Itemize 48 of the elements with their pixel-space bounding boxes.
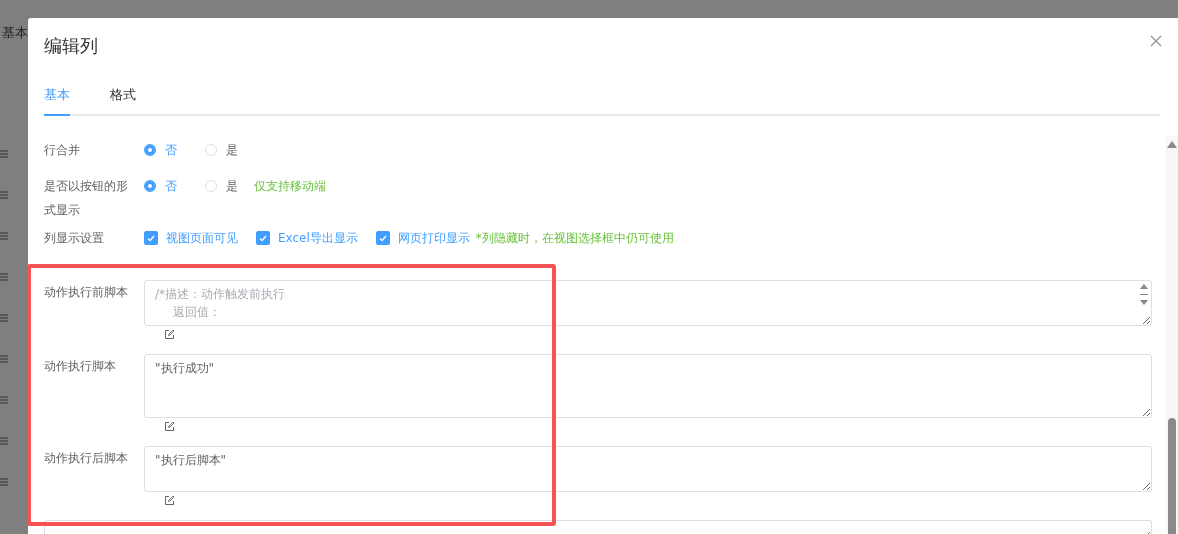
hint-text: *列隐藏时，在视图选择框中仍可使用 xyxy=(475,229,674,247)
radio-button[interactable] xyxy=(144,144,156,156)
placeholder-text: /*描述：动作触发前执行 xyxy=(155,286,287,303)
list-icon xyxy=(0,437,8,445)
field-label: 动作执行前脚本 xyxy=(44,284,129,301)
radio-label[interactable]: 否 xyxy=(165,177,177,195)
field-label: 行合并 xyxy=(44,142,81,159)
radio-label[interactable]: 否 xyxy=(165,141,177,159)
checkbox[interactable] xyxy=(256,231,270,245)
tab[interactable]: 基本 xyxy=(44,84,70,116)
list-icon xyxy=(0,355,8,363)
field-label: 动作执行后脚本 xyxy=(44,450,129,467)
scrollbar-thumb[interactable] xyxy=(1168,418,1176,534)
check-icon xyxy=(378,234,387,242)
script-field[interactable]: "执行成功" xyxy=(144,354,1152,418)
script-field[interactable]: "执行后脚本" xyxy=(144,446,1152,492)
list-icon xyxy=(0,396,8,404)
table-header-text: 基本 xyxy=(2,24,28,42)
checkbox[interactable] xyxy=(375,231,390,245)
checkbox-label[interactable]: Excel导出显示 xyxy=(278,229,358,247)
placeholder-text: 返回值： xyxy=(172,304,222,321)
dialog-title: 编辑列 xyxy=(44,34,98,58)
list-icon xyxy=(0,478,8,486)
field-label: 动作执行脚本 xyxy=(44,358,117,375)
list-icon xyxy=(0,273,8,281)
edit-icon[interactable] xyxy=(164,495,175,506)
edit-icon[interactable] xyxy=(164,329,175,340)
field-label: 列显示设置 xyxy=(44,230,105,247)
radio-label[interactable]: 是 xyxy=(226,177,238,195)
hint-text: 仅支持移动端 xyxy=(254,177,326,195)
list-icon xyxy=(0,150,8,158)
radio-button[interactable] xyxy=(144,180,156,192)
edit-icon[interactable] xyxy=(164,421,175,432)
radio-label[interactable]: 是 xyxy=(226,141,238,159)
check-icon xyxy=(147,234,155,242)
checkbox[interactable] xyxy=(144,231,158,245)
tab[interactable]: 格式 xyxy=(110,84,136,116)
close-icon[interactable] xyxy=(1150,35,1162,47)
list-icon xyxy=(0,232,8,240)
checkbox-label[interactable]: 视图页面可见 xyxy=(166,229,238,247)
list-icon xyxy=(0,314,8,322)
script-field[interactable]: /*描述：动作触发前执行 返回值： xyxy=(144,280,1152,326)
scroll-up-icon[interactable] xyxy=(1167,141,1177,148)
input-field[interactable] xyxy=(44,520,1152,534)
checkbox-label[interactable]: 网页打印显示 xyxy=(397,229,470,247)
field-label: 是否以按钮的形式显示 xyxy=(44,178,129,219)
check-icon xyxy=(259,234,267,242)
list-icon xyxy=(0,191,8,199)
